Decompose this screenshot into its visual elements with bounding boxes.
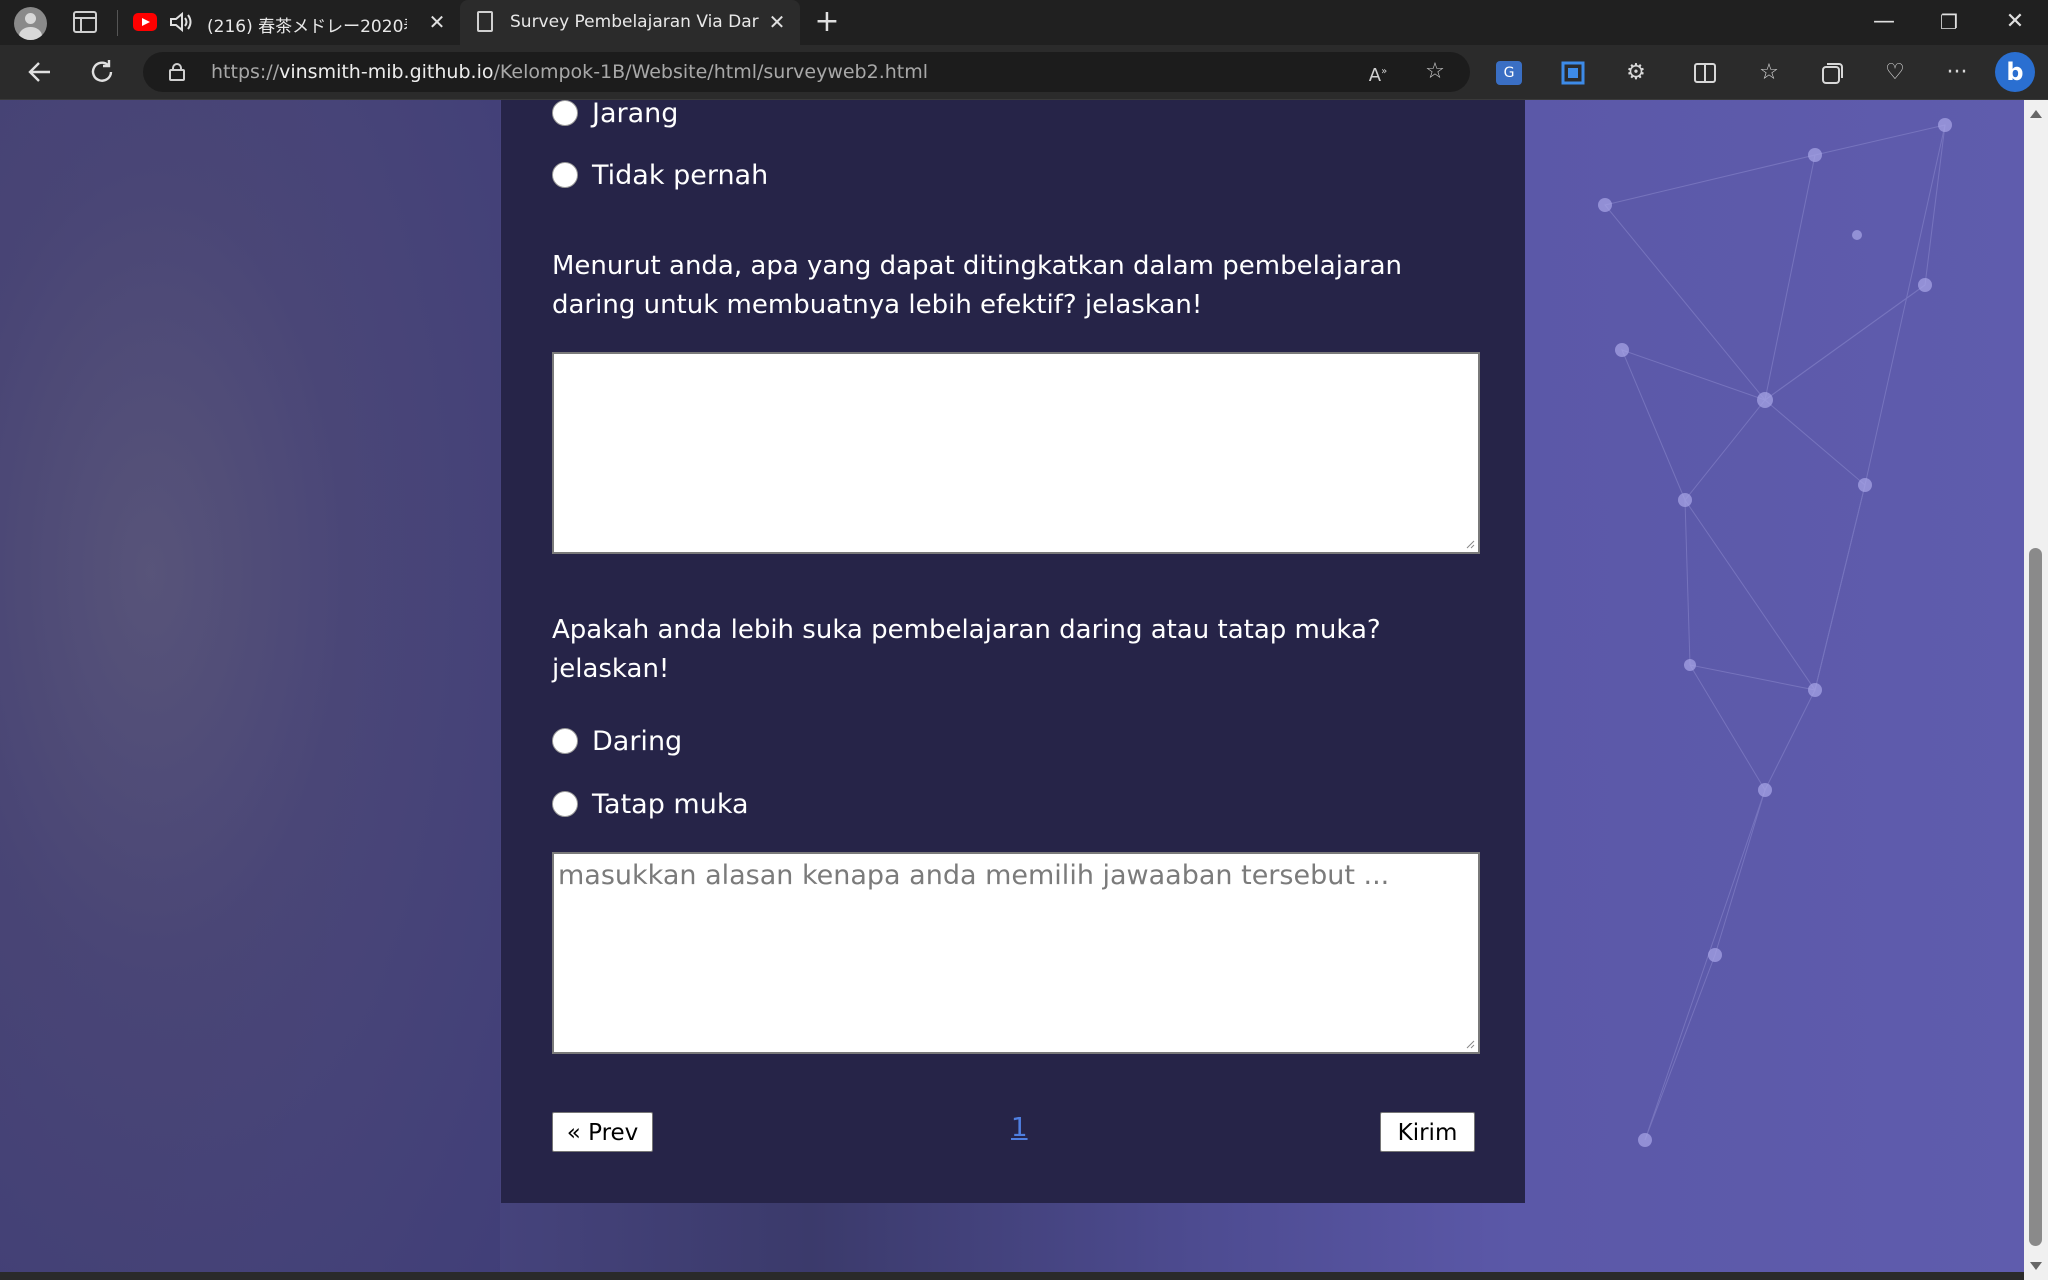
resize-grip-icon[interactable] [1465, 539, 1475, 549]
background-photo [0, 100, 500, 1280]
favorite-star-icon[interactable]: ☆ [1421, 58, 1449, 86]
option-label: Jarang [592, 100, 679, 129]
tab-survey[interactable]: Survey Pembelajaran Via Daring ✕ [460, 0, 800, 45]
reason-textarea[interactable]: masukkan alasan kenapa anda memilih jawa… [552, 852, 1480, 1054]
radio-button[interactable] [552, 791, 578, 817]
radio-button[interactable] [552, 100, 578, 126]
address-bar: https://vinsmith-mib.github.io/Kelompok-… [0, 45, 2048, 100]
minimize-button[interactable]: — [1864, 4, 1904, 40]
background-network-graphic [1598, 118, 1952, 1147]
translate-icon[interactable]: G [1496, 61, 1522, 85]
question-preference: Apakah anda lebih suka pembelajaran dari… [552, 615, 1381, 684]
speaker-icon[interactable] [168, 10, 194, 34]
resize-grip-icon[interactable] [1465, 1039, 1475, 1049]
option-label: Tidak pernah [592, 160, 769, 191]
bing-copilot-icon[interactable]: b [1995, 52, 2035, 92]
window-bottom-edge [0, 1272, 2024, 1280]
more-options-icon[interactable]: ··· [1942, 58, 1972, 88]
url-field[interactable]: https://vinsmith-mib.github.io/Kelompok-… [143, 52, 1470, 92]
read-aloud-icon[interactable]: A» [1364, 58, 1392, 86]
radio-button[interactable] [552, 162, 578, 188]
youtube-icon [133, 13, 157, 31]
submit-button[interactable]: Kirim [1380, 1112, 1475, 1152]
scroll-down-arrow-icon[interactable] [2030, 1262, 2042, 1270]
tab-close-icon[interactable]: ✕ [766, 10, 788, 34]
performance-heart-icon[interactable]: ♡ [1880, 58, 1910, 88]
question-improvement: Menurut anda, apa yang dapat ditingkatka… [552, 251, 1402, 320]
option-label: Daring [592, 726, 683, 757]
close-window-button[interactable]: ✕ [1995, 4, 2035, 40]
divider [117, 10, 118, 36]
url-prefix: https:// [211, 61, 280, 83]
url-host: vinsmith-mib.github.io [279, 61, 494, 83]
page-icon [477, 11, 493, 32]
collections-icon[interactable] [1817, 58, 1847, 88]
new-tab-button[interactable]: + [812, 6, 842, 38]
back-arrow-icon[interactable] [22, 54, 58, 90]
radio-button[interactable] [552, 728, 578, 754]
scroll-up-arrow-icon[interactable] [2030, 110, 2042, 118]
url-text: https://vinsmith-mib.github.io/Kelompok-… [211, 61, 928, 83]
tab-title: Survey Pembelajaran Via Daring [510, 12, 760, 32]
profile-avatar-icon[interactable] [14, 7, 47, 40]
favorites-icon[interactable]: ☆ [1754, 58, 1784, 88]
tab-youtube[interactable]: (216) 春茶メドレー2020春49曲 ✕ [124, 0, 456, 45]
url-path: /Kelompok-1B/Website/html/surveyweb2.htm… [493, 61, 929, 83]
option-label: Tatap muka [592, 789, 749, 820]
survey-card: Jarang Tidak pernah Menurut anda, apa ya… [501, 100, 1525, 1203]
tab-title: (216) 春茶メドレー2020春49曲 [207, 17, 407, 37]
improvement-textarea[interactable] [552, 352, 1480, 554]
prev-button[interactable]: « Prev [552, 1112, 653, 1152]
page-number-link[interactable]: 1 [1011, 1113, 1028, 1143]
extensions-icon[interactable]: ⚙ [1621, 58, 1651, 88]
page-scrollbar[interactable] [2024, 100, 2048, 1280]
restore-button[interactable]: ❐ [1929, 4, 1969, 40]
tab-close-icon[interactable]: ✕ [426, 10, 448, 34]
scrollbar-thumb[interactable] [2029, 548, 2042, 1246]
page-viewport: Jarang Tidak pernah Menurut anda, apa ya… [0, 100, 2024, 1280]
screenshot-icon[interactable] [1558, 58, 1588, 88]
tab-actions-icon[interactable] [73, 11, 97, 33]
lock-icon[interactable] [169, 63, 185, 81]
tab-bar: (216) 春茶メドレー2020春49曲 ✕ Survey Pembelajar… [0, 0, 2048, 45]
split-screen-icon[interactable] [1690, 58, 1720, 88]
refresh-icon[interactable] [84, 54, 120, 90]
reason-placeholder: masukkan alasan kenapa anda memilih jawa… [558, 860, 1390, 891]
